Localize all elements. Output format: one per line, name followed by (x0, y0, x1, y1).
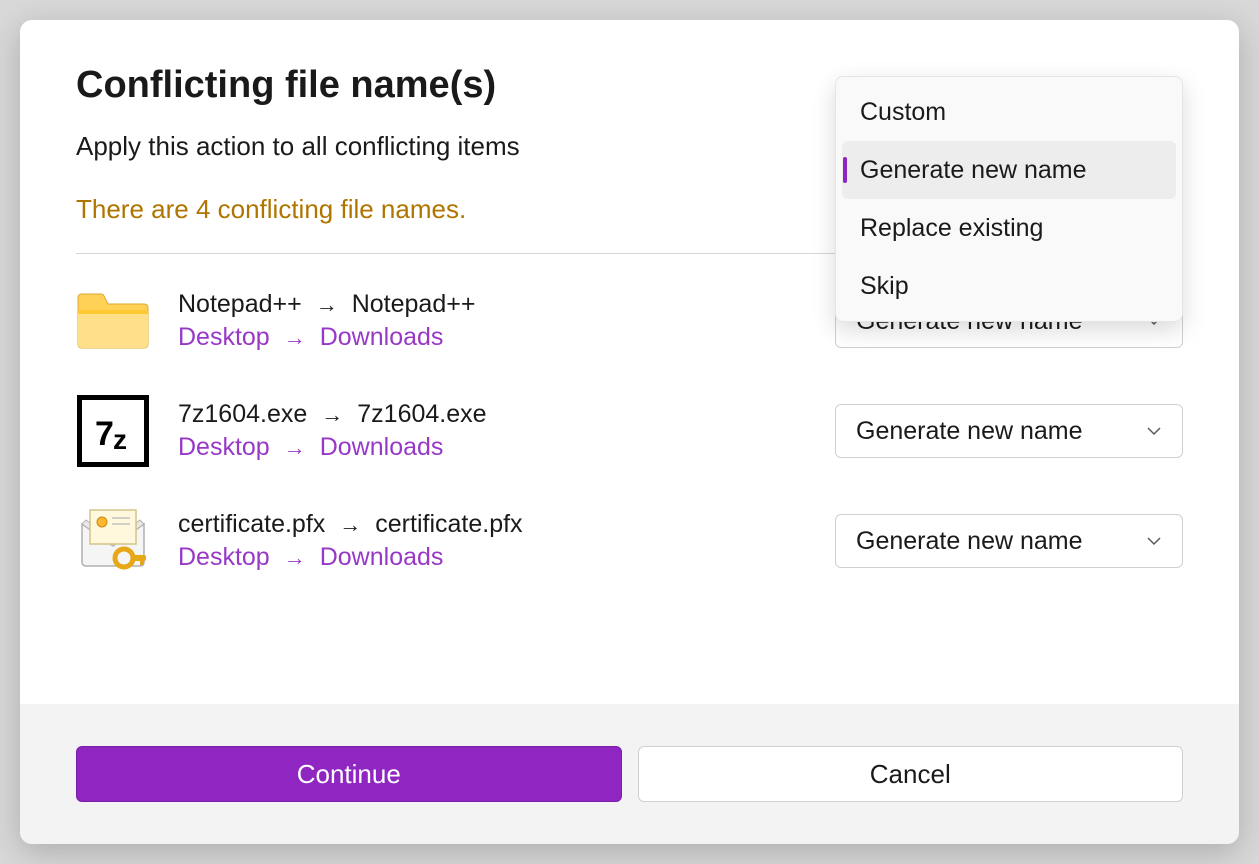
src-path-link[interactable]: Desktop (178, 433, 270, 462)
src-path-link[interactable]: Desktop (178, 543, 270, 572)
dropdown-option-custom[interactable]: Custom (842, 83, 1176, 141)
dropdown-value: Generate new name (856, 417, 1083, 446)
apply-all-dropdown-menu: Custom Generate new name Replace existin… (835, 76, 1183, 322)
arrow-right-icon: → (284, 325, 306, 351)
dropdown-option-skip[interactable]: Skip (842, 257, 1176, 315)
file-paths: Desktop → Downloads (178, 433, 807, 462)
arrow-right-icon: → (339, 512, 361, 538)
svg-text:7: 7 (95, 415, 114, 453)
arrow-right-icon: → (284, 435, 306, 461)
file-info: Notepad++ → Notepad++ Desktop → Download… (178, 290, 807, 352)
arrow-right-icon: → (321, 402, 343, 428)
action-dropdown[interactable]: Generate new name (835, 404, 1183, 458)
dst-path-link[interactable]: Downloads (320, 323, 444, 352)
dropdown-option-generate-new-name[interactable]: Generate new name (842, 141, 1176, 199)
file-info: 7z1604.exe → 7z1604.exe Desktop → Downlo… (178, 400, 807, 462)
folder-icon (76, 291, 150, 351)
certificate-icon (76, 511, 150, 571)
file-paths: Desktop → Downloads (178, 323, 807, 352)
dst-path-link[interactable]: Downloads (320, 543, 444, 572)
dst-name: 7z1604.exe (357, 400, 486, 429)
chevron-down-icon (1146, 533, 1162, 549)
dst-name: certificate.pfx (375, 510, 522, 539)
chevron-down-icon (1146, 423, 1162, 439)
arrow-right-icon: → (316, 292, 338, 318)
src-name: Notepad++ (178, 290, 302, 319)
cancel-button[interactable]: Cancel (638, 746, 1184, 802)
file-names: certificate.pfx → certificate.pfx (178, 510, 807, 539)
src-name: 7z1604.exe (178, 400, 307, 429)
dst-path-link[interactable]: Downloads (320, 433, 444, 462)
src-name: certificate.pfx (178, 510, 325, 539)
conflict-item: 7 z 7z1604.exe → 7z1604.exe Desktop → Do… (76, 400, 1183, 462)
svg-text:z: z (113, 424, 127, 455)
dropdown-value: Generate new name (856, 527, 1083, 556)
dialog-footer: Continue Cancel (20, 704, 1239, 844)
sevenzip-icon: 7 z (76, 401, 150, 461)
arrow-right-icon: → (284, 545, 306, 571)
dst-name: Notepad++ (352, 290, 476, 319)
conflict-item: certificate.pfx → certificate.pfx Deskto… (76, 510, 1183, 572)
file-info: certificate.pfx → certificate.pfx Deskto… (178, 510, 807, 572)
file-names: Notepad++ → Notepad++ (178, 290, 807, 319)
action-dropdown[interactable]: Generate new name (835, 514, 1183, 568)
continue-button[interactable]: Continue (76, 746, 622, 802)
dropdown-option-replace-existing[interactable]: Replace existing (842, 199, 1176, 257)
src-path-link[interactable]: Desktop (178, 323, 270, 352)
file-paths: Desktop → Downloads (178, 543, 807, 572)
conflict-dialog: Conflicting file name(s) Apply this acti… (20, 20, 1239, 844)
conflict-list: Notepad++ → Notepad++ Desktop → Download… (76, 290, 1183, 572)
file-names: 7z1604.exe → 7z1604.exe (178, 400, 807, 429)
